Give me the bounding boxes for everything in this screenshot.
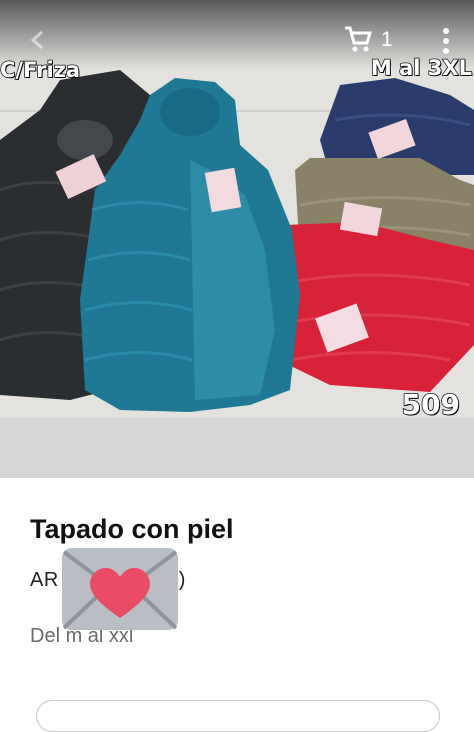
overlay-text-friza: C/Friza [0,57,81,83]
product-image-area[interactable]: 1 C/Friza M al 3XL 509 [0,0,474,478]
price-currency-visible: AR [30,569,59,591]
more-options-button[interactable] [434,24,458,58]
product-title: Tapado con piel [30,514,234,544]
cart-button[interactable]: 1 [343,24,399,58]
back-arrow-icon [30,30,43,50]
product-info-card: Tapado con piel AR) Del m al xxl [0,478,474,732]
cart-count-badge: 1 [381,28,393,51]
back-button[interactable] [24,26,52,54]
love-letter-icon[interactable] [60,546,180,632]
image-bottom-strip [0,418,474,478]
overlay-text-code: 509 [401,387,461,422]
cart-icon [345,26,373,52]
kebab-menu-icon [443,28,449,54]
overlay-text-sizes: M al 3XL [370,55,473,81]
